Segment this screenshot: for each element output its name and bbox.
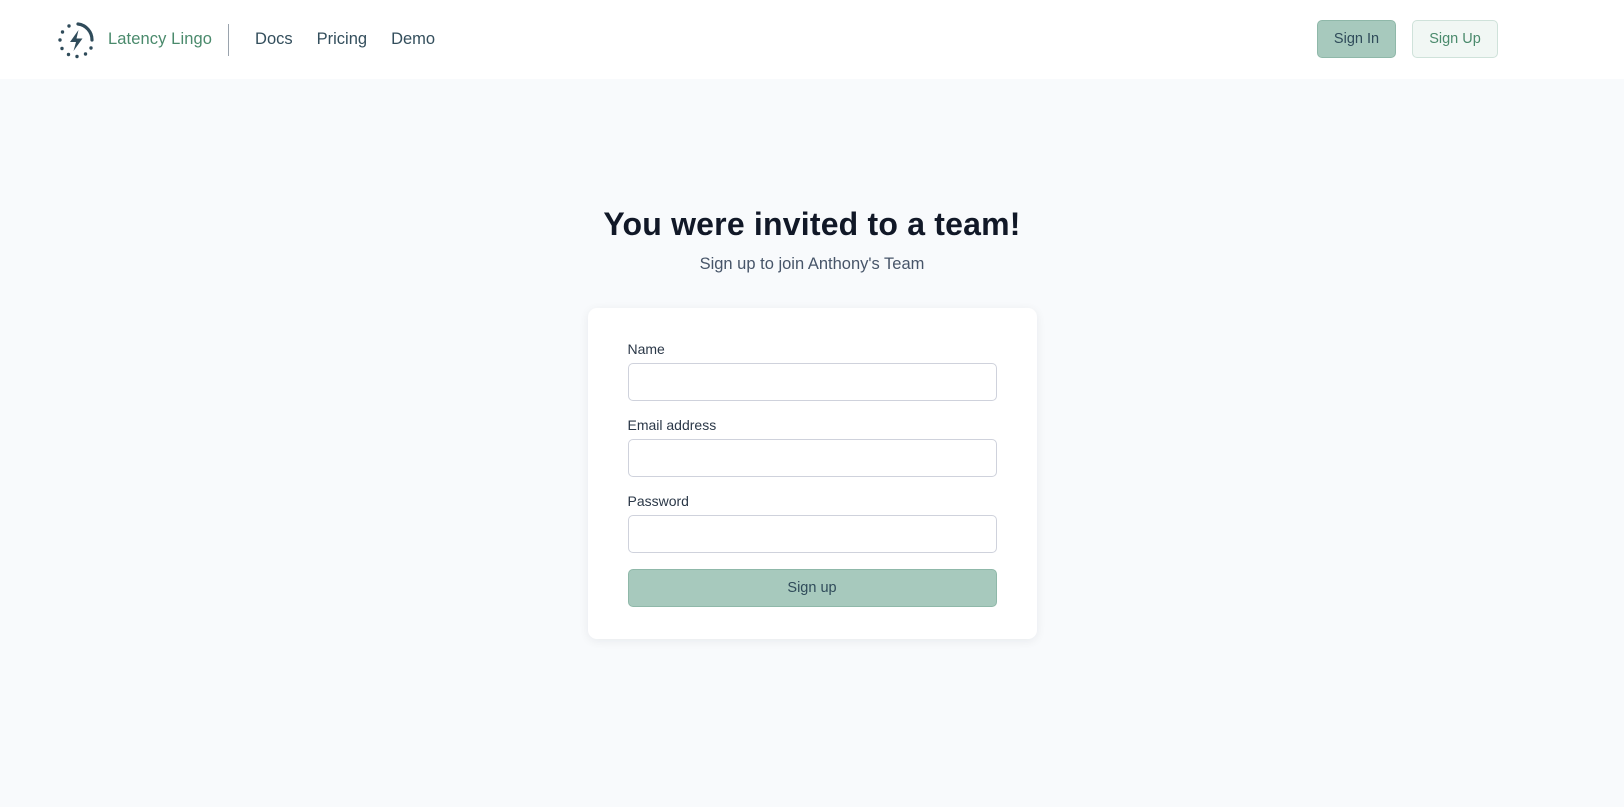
main-nav: Docs Pricing Demo: [255, 30, 435, 49]
nav-link-pricing[interactable]: Pricing: [317, 30, 367, 49]
nav-link-demo[interactable]: Demo: [391, 30, 435, 49]
header-actions: Sign In Sign Up: [1317, 20, 1498, 58]
name-label: Name: [627, 341, 665, 357]
name-input[interactable]: [627, 363, 997, 401]
sign-up-button[interactable]: Sign Up: [1412, 20, 1498, 58]
brand-link[interactable]: Latency Lingo: [56, 20, 212, 60]
page-title: You were invited to a team!: [603, 206, 1021, 242]
header-divider: [228, 23, 230, 56]
password-input[interactable]: [627, 515, 997, 553]
brand-name: Latency Lingo: [108, 30, 213, 48]
lightning-dotted-circle-icon: [58, 21, 94, 58]
password-field-group: Password: [627, 492, 997, 553]
email-label: Email address: [627, 417, 717, 433]
sign-up-submit-button[interactable]: Sign up: [627, 569, 997, 607]
email-field-group: Email address: [627, 416, 997, 477]
email-input[interactable]: [627, 439, 997, 477]
top-navbar: Latency Lingo Docs Pricing Demo Sign In …: [0, 0, 1624, 79]
sign-in-button[interactable]: Sign In: [1317, 20, 1396, 58]
password-label: Password: [627, 493, 689, 509]
page-subtitle: Sign up to join Anthony's Team: [699, 255, 925, 273]
nav-link-docs[interactable]: Docs: [255, 30, 293, 49]
name-field-group: Name: [627, 340, 997, 401]
main-content: You were invited to a team! Sign up to j…: [0, 79, 1624, 639]
signup-form-card: Name Email address Password Sign up: [587, 308, 1037, 639]
